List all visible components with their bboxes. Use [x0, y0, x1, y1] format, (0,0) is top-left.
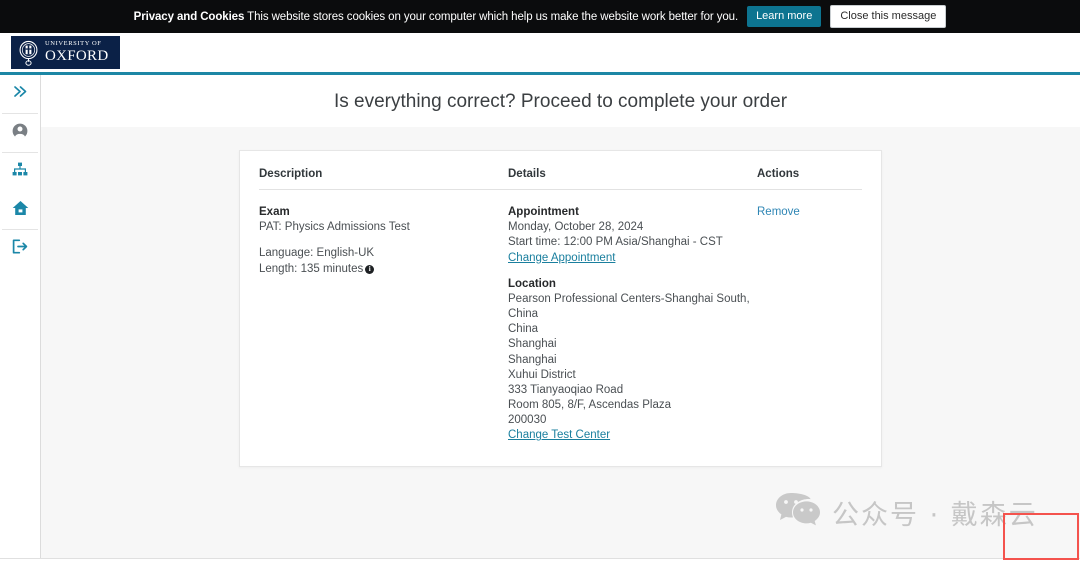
appointment-heading: Appointment: [508, 206, 579, 218]
details-spacer: [508, 266, 757, 277]
cookie-banner-message: This website stores cookies on your comp…: [247, 10, 739, 23]
change-appointment-link[interactable]: Change Appointment: [508, 252, 615, 264]
exam-language: Language: English-UK: [259, 247, 375, 260]
main-content: Is everything correct? Proceed to comple…: [41, 75, 1080, 558]
exam-name: PAT: Physics Admissions Test: [259, 221, 410, 234]
location-line: Room 805, 8/F, Ascendas Plaza: [508, 399, 672, 412]
sitemap-icon: [12, 162, 28, 182]
change-test-center-link[interactable]: Change Test Center: [508, 429, 610, 441]
column-header-details: Details: [508, 168, 757, 190]
body-row: Is everything correct? Proceed to comple…: [0, 75, 1080, 558]
desc-spacer: [259, 235, 508, 246]
exam-heading: Exam: [259, 206, 290, 218]
close-message-button[interactable]: Close this message: [830, 4, 947, 29]
column-header-description: Description: [259, 168, 508, 190]
cookie-banner: Privacy and Cookies This website stores …: [0, 0, 1080, 33]
sidebar: [0, 75, 41, 558]
location-line: 333 Tianyaoqiao Road: [508, 383, 624, 396]
info-icon[interactable]: i: [365, 265, 375, 274]
home-icon: [12, 200, 29, 221]
user-circle-icon: [12, 123, 28, 144]
appointment-time: Start time: 12:00 PM Asia/Shanghai - CST: [508, 236, 723, 249]
app-root: Privacy and Cookies This website stores …: [0, 0, 1080, 561]
oxford-line1: UNIVERSITY OF: [45, 39, 102, 47]
sidebar-item-expand[interactable]: [0, 75, 40, 113]
sidebar-item-home[interactable]: [0, 191, 40, 229]
remove-link[interactable]: Remove: [757, 206, 800, 218]
cell-description: Exam PAT: Physics Admissions Test Langua…: [259, 190, 508, 444]
content-area: Description Details Actions Exam PAT: Ph…: [41, 127, 1080, 558]
exam-length: Length: 135 minutes: [259, 262, 364, 275]
brand-header: UNIVERSITY OF OXFORD: [0, 33, 1080, 75]
appointment-date: Monday, October 28, 2024: [508, 221, 644, 234]
location-line: Xuhui District: [508, 368, 576, 381]
oxford-line2: OXFORD: [45, 48, 109, 65]
cell-actions: Remove: [757, 190, 862, 444]
oxford-logo[interactable]: UNIVERSITY OF OXFORD: [11, 36, 120, 69]
sidebar-item-organization[interactable]: [0, 153, 40, 191]
chevron-double-right-icon: [13, 85, 28, 103]
cookie-banner-title: Privacy and Cookies: [133, 10, 245, 23]
cookie-banner-text: Privacy and Cookies This website stores …: [134, 11, 738, 23]
location-line: 200030: [508, 414, 547, 427]
page-title: Is everything correct? Proceed to comple…: [41, 75, 1080, 127]
oxford-crest-icon: [18, 40, 39, 66]
sidebar-item-sign-out[interactable]: [0, 230, 40, 268]
column-header-actions: Actions: [757, 168, 862, 190]
location-line: Shanghai: [508, 353, 557, 366]
oxford-wordmark: UNIVERSITY OF OXFORD: [45, 39, 109, 65]
learn-more-button[interactable]: Learn more: [747, 5, 822, 28]
sidebar-item-account[interactable]: [0, 114, 40, 152]
cell-details: Appointment Monday, October 28, 2024 Sta…: [508, 190, 757, 444]
location-heading: Location: [508, 277, 556, 290]
exam-length-row: Length: 135 minutes i: [259, 262, 508, 277]
order-summary-card: Description Details Actions Exam PAT: Ph…: [239, 150, 882, 467]
location-line: China: [508, 323, 539, 336]
location-line: Shanghai: [508, 338, 557, 351]
sign-out-icon: [12, 239, 28, 259]
location-line: Pearson Professional Centers-Shanghai So…: [508, 292, 750, 321]
order-table: Description Details Actions Exam PAT: Ph…: [259, 168, 862, 444]
